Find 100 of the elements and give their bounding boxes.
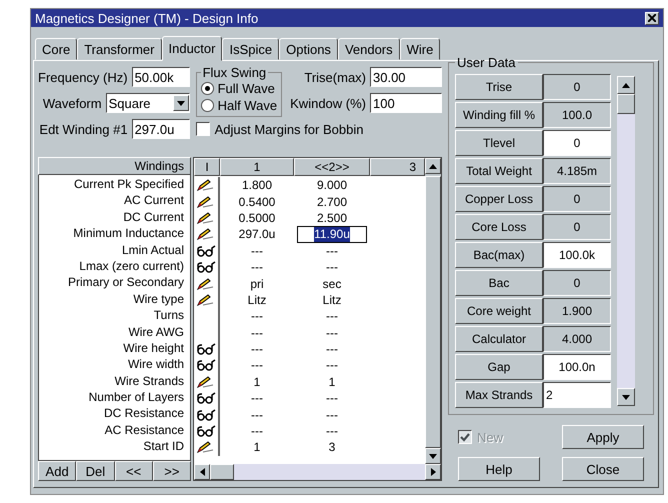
value-display: 0 (543, 270, 611, 296)
row-label: Lmin Actual (120, 242, 185, 258)
table-cell-text: pri (249, 276, 265, 292)
scroll-up-button[interactable] (425, 158, 441, 174)
tab[interactable]: Vendors (338, 38, 400, 60)
windings-button[interactable]: Add (38, 461, 76, 481)
field-button[interactable]: Calculator (455, 326, 543, 352)
scroll-down-button[interactable] (617, 388, 635, 406)
field-button[interactable]: Winding fill % (455, 102, 543, 128)
table-cell-text: --- (250, 423, 264, 440)
table-cell-text: 1 (328, 374, 336, 390)
table-cell-text: --- (250, 324, 264, 341)
table-cell-text: --- (325, 423, 339, 440)
field-button[interactable]: Gap (455, 354, 543, 380)
field-button[interactable]: Bac (455, 270, 543, 296)
value-display: 0 (543, 214, 611, 240)
table-cell-text: 1 (252, 374, 262, 390)
row-label: Turns (152, 307, 185, 324)
down-arrow-icon (429, 454, 437, 458)
waveform-dropdown[interactable]: Square (106, 93, 190, 113)
table-cell-text: 9.000 (316, 177, 348, 194)
windings-button[interactable]: >> (152, 461, 191, 481)
group-title: Flux Swing (202, 65, 268, 80)
row-label: Wire AWG (127, 324, 185, 340)
value-display: 4.185m (543, 158, 611, 184)
tab[interactable]: Options (279, 38, 338, 60)
help-button[interactable]: Help (458, 457, 540, 481)
table-cell-text: --- (250, 242, 264, 259)
apply-button[interactable]: Apply (562, 425, 644, 449)
table-cell-text: 0.5000 (238, 210, 276, 226)
column-header[interactable]: <<2>> (294, 158, 370, 176)
horizontal-scrollbar[interactable] (194, 464, 441, 480)
checkbox[interactable] (196, 122, 210, 136)
radio-option[interactable]: Full Wave (200, 80, 278, 97)
frequency-label: Frequency (Hz) (38, 70, 128, 84)
tab[interactable]: Inductor (162, 36, 222, 61)
row-label: AC Current (122, 192, 185, 209)
value-display: 0 (543, 186, 611, 212)
row-label: Current Pk Specified (72, 176, 185, 192)
scroll-up-button[interactable] (617, 76, 635, 94)
row-label: Wire width (126, 356, 185, 373)
column-header[interactable]: 1 (220, 158, 294, 176)
field-button[interactable]: Bac(max) (455, 242, 543, 268)
row-label: Primary or Secondary (66, 274, 185, 291)
scroll-thumb[interactable] (617, 94, 635, 114)
field-button[interactable]: Core weight (455, 298, 543, 324)
waveform-label: Waveform (42, 96, 102, 110)
down-arrow-icon (622, 394, 630, 400)
value-field[interactable]: 100.0n (543, 354, 611, 380)
tab[interactable]: Core (35, 38, 78, 60)
table-cell-text: sec (322, 276, 342, 292)
frequency-field[interactable]: 50.00k (132, 67, 190, 87)
field-button[interactable]: Tlevel (455, 130, 543, 156)
close-button[interactable] (645, 12, 659, 24)
glasses-icon (196, 408, 216, 421)
row-label: Wire type (132, 290, 185, 308)
windings-button[interactable]: Del (76, 461, 114, 481)
radio-option[interactable]: Half Wave (200, 97, 278, 114)
scroll-thumb[interactable] (210, 464, 234, 480)
field-button[interactable]: Copper Loss (455, 186, 543, 212)
row-label: Wire height (122, 340, 185, 356)
scroll-down-button[interactable] (425, 448, 441, 464)
value-field[interactable]: 100.0k (543, 242, 611, 268)
row-label: Wire Strands (114, 372, 185, 390)
pencil-icon (196, 278, 214, 290)
column-header[interactable]: I (194, 158, 220, 176)
tab[interactable]: Wire (400, 38, 440, 60)
scroll-left-button[interactable] (194, 464, 210, 480)
scroll-right-button[interactable] (425, 464, 441, 480)
glasses-icon (196, 343, 216, 356)
field-button[interactable]: Total Weight (455, 158, 543, 184)
row-label: Start ID (142, 438, 185, 455)
field-button[interactable]: Max Strands (455, 382, 543, 408)
field-button[interactable]: Core Loss (455, 214, 543, 240)
kwindow-label: Kwindow (%) (290, 96, 366, 110)
glasses-icon (196, 244, 216, 257)
column-header[interactable]: 3 (370, 158, 425, 176)
kwindow-field[interactable]: 100 (370, 93, 442, 113)
radio-button[interactable] (200, 99, 214, 112)
table-cell-text: --- (250, 259, 264, 276)
table-cell-text: --- (250, 406, 264, 423)
tab[interactable]: Transformer (77, 38, 162, 60)
pencil-icon (196, 228, 214, 240)
cell-editor[interactable]: 11.90u (297, 226, 367, 243)
value-display: 1.900 (543, 298, 611, 324)
row-label: Lmax (zero current) (78, 258, 185, 274)
windings-button[interactable]: << (114, 461, 153, 481)
row-label: Number of Layers (88, 389, 185, 406)
value-field[interactable]: 2 (543, 382, 611, 408)
radio-button[interactable] (200, 82, 214, 95)
field-button[interactable]: Trise (455, 74, 543, 100)
edt-winding-field[interactable]: 297.0u (132, 119, 190, 139)
table-cell-text: --- (250, 308, 264, 325)
value-field[interactable]: 0 (543, 130, 611, 156)
table-cell-text: --- (250, 341, 264, 358)
checkbox-label[interactable]: Adjust Margins for Bobbin (214, 122, 364, 136)
close-button[interactable]: Close (562, 457, 644, 481)
trise-max-field[interactable]: 30.00 (370, 67, 442, 87)
vertical-scrollbar[interactable] (617, 76, 635, 406)
tab[interactable]: IsSpice (222, 38, 280, 60)
